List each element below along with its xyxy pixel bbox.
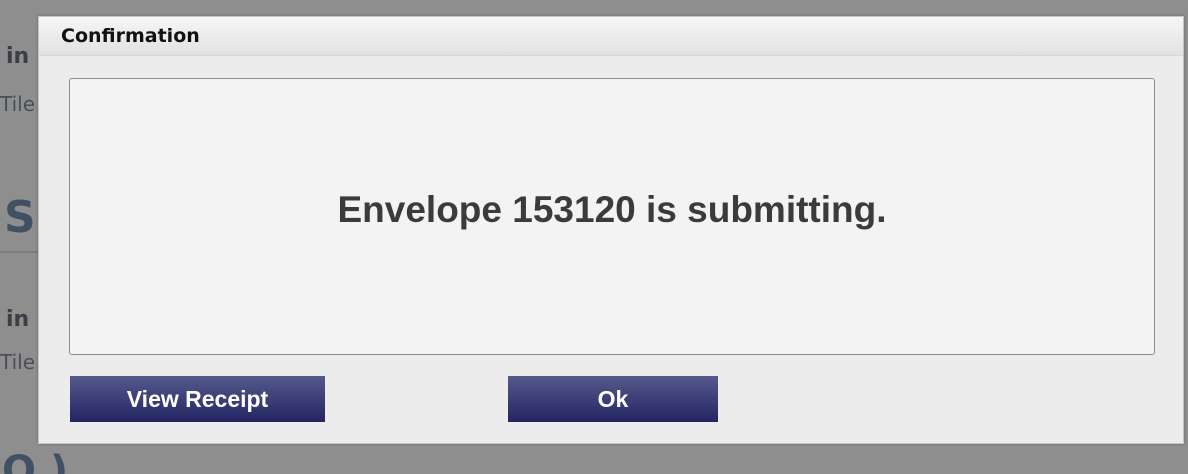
dialog-titlebar[interactable]: Confirmation bbox=[39, 17, 1183, 56]
background-text-fragment: in bbox=[6, 307, 30, 332]
background-divider bbox=[0, 251, 40, 253]
dialog-title: Confirmation bbox=[61, 25, 200, 47]
background-heading-fragment: O ) bbox=[2, 448, 69, 474]
confirmation-dialog: Confirmation Envelope 153120 is submitti… bbox=[38, 16, 1184, 444]
background-text-fragment: Tile bbox=[0, 350, 36, 374]
confirmation-message: Envelope 153120 is submitting. bbox=[337, 188, 887, 230]
ok-button[interactable]: Ok bbox=[508, 376, 718, 422]
message-panel: Envelope 153120 is submitting. bbox=[69, 78, 1155, 355]
background-text-fragment: Tile bbox=[0, 92, 36, 116]
view-receipt-button[interactable]: View Receipt bbox=[70, 376, 325, 422]
background-text-fragment: in bbox=[6, 44, 30, 69]
background-heading-fragment: S bbox=[4, 192, 36, 243]
